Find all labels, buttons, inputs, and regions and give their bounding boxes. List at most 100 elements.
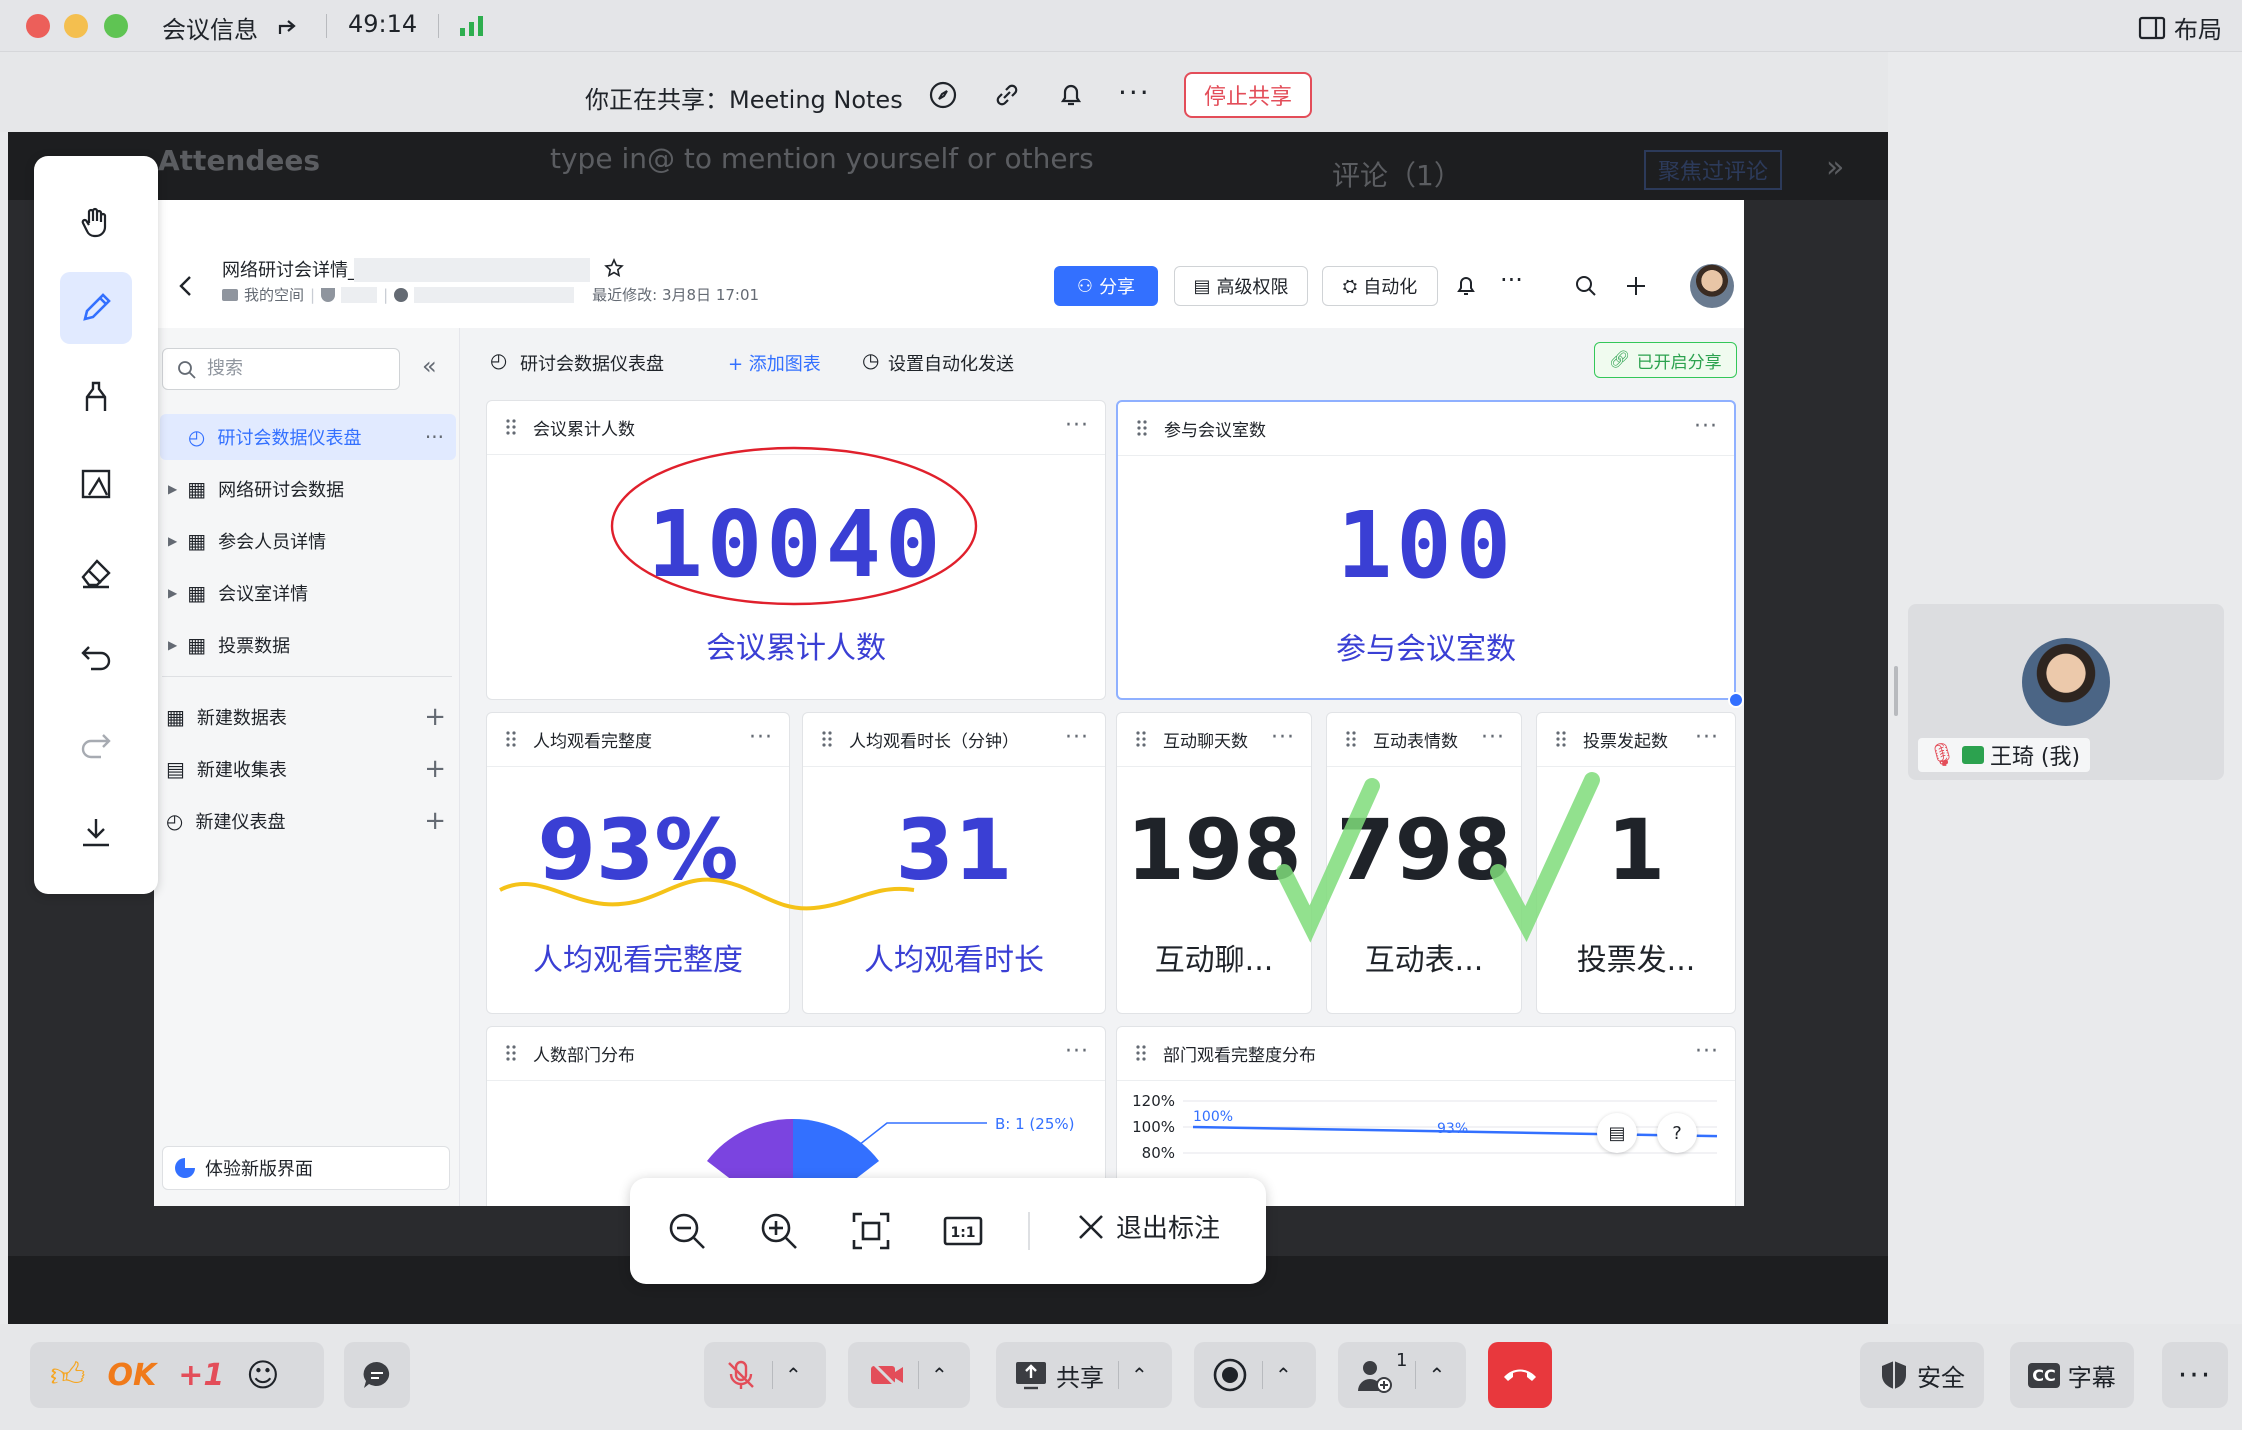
zoom-window-button[interactable] [104,14,128,38]
sidebar-item-attendee-details[interactable]: ▶ ▦ 参会人员详情 [154,518,460,564]
star-icon[interactable] [604,258,624,278]
pane-resize-handle[interactable] [1894,666,1898,716]
drag-handle-icon[interactable] [1555,730,1567,748]
stop-sharing-button[interactable]: 停止共享 [1184,72,1312,118]
collapse-sidebar-icon[interactable]: « [422,352,437,380]
more-icon[interactable]: ··· [1694,414,1718,439]
sidebar-item-room-details[interactable]: ▶ ▦ 会议室详情 [154,570,460,616]
caret-right-icon[interactable]: ▶ [168,482,177,496]
add-icon[interactable]: + [424,754,446,784]
automation-button[interactable]: ⛭ 自动化 [1322,266,1438,306]
more-icon[interactable]: ··· [1065,1039,1089,1064]
caret-right-icon[interactable]: ▶ [168,586,177,600]
participants-icon[interactable] [1356,1357,1396,1393]
camera-off-icon[interactable] [868,1358,906,1392]
card-completion[interactable]: 人均观看完整度 ··· 93% 人均观看完整度 [486,712,790,1014]
record-icon[interactable] [1212,1357,1248,1393]
caret-right-icon[interactable]: ▶ [168,638,177,652]
pen-tool-button[interactable] [60,272,132,344]
new-form-button[interactable]: ▤ 新建收集表 + [154,746,460,792]
undo-button[interactable] [60,622,132,694]
chevron-up-icon[interactable]: ⌃ [931,1363,948,1387]
card-rooms[interactable]: 参与会议室数 ··· 100 参与会议室数 [1116,400,1736,700]
zoom-in-icon[interactable] [758,1210,800,1252]
add-chart-button[interactable]: + 添加图表 [728,350,821,376]
share-screen-icon[interactable] [1014,1360,1048,1390]
link-icon[interactable] [992,80,1022,110]
participant-video-tile[interactable]: 🎙︎ 王琦 (我) [1908,604,2224,780]
redo-button[interactable] [60,710,132,782]
drag-handle-icon[interactable] [505,418,517,436]
share-label[interactable]: 共享 [1056,1358,1104,1393]
chevron-up-icon[interactable]: ⌃ [785,1363,802,1387]
add-icon[interactable]: + [424,702,446,732]
more-icon[interactable]: ··· [1271,725,1295,750]
close-window-button[interactable] [26,14,50,38]
more-icon[interactable]: ··· [1118,76,1151,109]
exit-annotation-button[interactable]: 退出标注 [1076,1208,1220,1245]
actual-size-icon[interactable]: 1:1 [942,1210,984,1252]
more-icon[interactable]: ··· [1065,413,1089,438]
advanced-permission-button[interactable]: ▤ 高级权限 [1174,266,1308,306]
drag-handle-icon[interactable] [505,730,517,748]
share-button[interactable]: ⚇ 分享 [1054,266,1158,306]
try-new-ui-button[interactable]: 体验新版界面 [162,1146,450,1190]
shared-badge[interactable]: 🔗︎ 已开启分享 [1594,342,1737,378]
bell-icon[interactable] [1056,80,1086,110]
ok-reaction[interactable]: OK [108,1358,157,1393]
layout-button[interactable]: 布局 [2138,10,2222,45]
more-icon[interactable]: ··· [1695,725,1719,750]
zoom-out-icon[interactable] [666,1210,708,1252]
eraser-tool-button[interactable] [60,536,132,608]
fit-screen-icon[interactable] [850,1210,892,1252]
drag-handle-icon[interactable] [821,730,833,748]
chevron-up-icon[interactable]: ⌃ [1131,1363,1148,1387]
emoji-icon[interactable]: ☺ [246,1356,279,1394]
more-icon[interactable]: ··· [749,725,773,750]
drag-handle-icon[interactable] [1135,1044,1147,1062]
mic-muted-icon[interactable] [724,1358,758,1392]
more-button[interactable]: ··· [2162,1342,2228,1408]
space-label[interactable]: 我的空间 [244,284,304,305]
more-icon[interactable]: ··· [1481,725,1505,750]
more-icon[interactable]: ··· [1695,1039,1719,1064]
help-icon-button[interactable]: ? [1657,1113,1697,1153]
hand-tool-button[interactable] [60,186,132,258]
back-icon[interactable] [176,274,196,298]
compass-icon[interactable] [928,80,958,110]
card-duration[interactable]: 人均观看时长（分钟） ··· 31 人均观看时长 [802,712,1106,1014]
sidebar-item-dashboard[interactable]: ◴ 研讨会数据仪表盘 ··· [160,414,456,460]
search-icon[interactable] [1574,274,1598,298]
captions-button[interactable]: CC 字幕 [2010,1342,2134,1408]
chevron-up-icon[interactable]: ⌃ [1428,1363,1445,1387]
new-dashboard-button[interactable]: ◴ 新建仪表盘 + [154,798,460,844]
search-input[interactable]: 搜索 [162,348,400,390]
caret-right-icon[interactable]: ▶ [168,534,177,548]
chat-button[interactable] [344,1342,410,1408]
more-icon[interactable]: ··· [1065,725,1089,750]
highlighter-tool-button[interactable] [60,360,132,432]
card-total-people[interactable]: 会议累计人数 ··· 10040 会议累计人数 [486,400,1106,700]
add-icon[interactable] [1624,274,1648,298]
meeting-info-title[interactable]: 会议信息 [162,10,258,45]
bell-icon[interactable] [1454,274,1478,298]
share-link-icon[interactable] [276,14,302,40]
card-chat-count[interactable]: 互动聊天数 ··· 198 互动聊... [1116,712,1312,1014]
drag-handle-icon[interactable] [505,1044,517,1062]
drag-handle-icon[interactable] [1136,419,1148,437]
avatar[interactable] [1690,264,1734,308]
card-reactions[interactable]: 互动表情数 ··· 798 互动表... [1326,712,1522,1014]
auto-send-button[interactable]: 设置自动化发送 [888,350,1014,376]
save-annotation-button[interactable] [60,796,132,868]
plus-one-reaction[interactable]: +1 [178,1358,224,1393]
doc-icon-button[interactable]: ▤ [1597,1113,1637,1153]
doc-title[interactable]: 网络研讨会详情_ [222,256,357,282]
drag-handle-icon[interactable] [1345,730,1357,748]
signal-strength-icon[interactable] [458,14,486,38]
card-votes[interactable]: 投票发起数 ··· 1 投票发... [1536,712,1736,1014]
resize-handle[interactable] [1728,692,1744,708]
end-call-button[interactable] [1488,1342,1552,1408]
thumbs-up-icon[interactable]: 👍︎ [50,1355,86,1396]
sidebar-item-webinar-data[interactable]: ▶ ▦ 网络研讨会数据 [154,466,460,512]
minimize-window-button[interactable] [64,14,88,38]
